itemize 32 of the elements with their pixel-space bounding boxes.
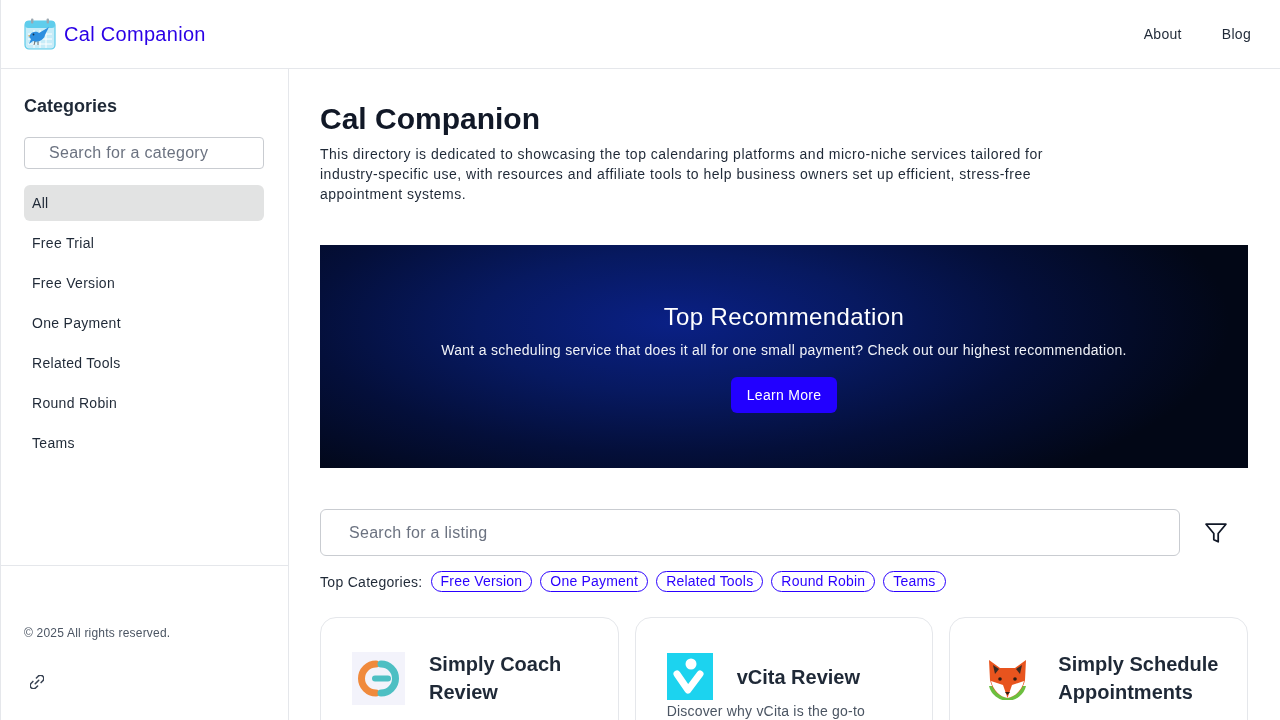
link-icon[interactable] <box>30 675 44 689</box>
page-title: Cal Companion <box>320 101 541 137</box>
banner-text: Want a scheduling service that does it all for one small payment? Check out our highest recommendation. <box>441 340 1127 360</box>
card-title: Simply Schedule Appointments <box>1058 652 1220 705</box>
filter-icon[interactable] <box>1205 522 1227 543</box>
category-item[interactable]: Teams <box>24 425 264 461</box>
listing-search-field[interactable]: Search for a listing <box>320 509 1180 556</box>
learn-more-button[interactable]: Learn More <box>730 376 838 413</box>
banner-title: Top Recommendation <box>663 301 905 332</box>
category-item[interactable]: One Payment <box>24 305 264 341</box>
nav-link[interactable]: Blog <box>1221 24 1251 44</box>
category-item[interactable]: All <box>24 185 264 221</box>
card-description: Discover why vCita is the go-to <box>666 704 867 719</box>
category-item[interactable]: Related Tools <box>24 345 264 381</box>
category-search-field[interactable]: Search for a category <box>24 137 264 169</box>
card-title: vCita Review <box>736 664 861 690</box>
category-item[interactable]: Free Trial <box>24 225 264 261</box>
nav-link[interactable]: About <box>1143 24 1182 44</box>
listing-card[interactable]: Simply Coach Review <box>320 617 619 720</box>
listing-card[interactable]: vCita Review Discover why vCita is the go-to <box>634 617 934 720</box>
page-description: This directory is dedicated to showcasing the top calendaring platforms and micro-niche services tailored for industry-specific use, with resources and affiliate tools to help business owners set up efficient, stress-free appointment systems. <box>320 145 1044 204</box>
ring-logo-icon <box>352 651 405 705</box>
card-title: Simply Coach Review <box>429 652 563 705</box>
listing-card[interactable]: Simply Schedule Appointments <box>949 617 1248 720</box>
sidebar-title: Categories <box>24 95 119 118</box>
calendar-bird-icon[interactable] <box>24 18 56 50</box>
copyright-text: © 2025 All rights reserved. <box>24 625 172 641</box>
category-item[interactable]: Free Version <box>24 265 264 301</box>
top-categories-label: Top Categories: <box>320 572 423 592</box>
category-item[interactable]: Round Robin <box>24 385 264 421</box>
v-logo-icon <box>666 653 713 700</box>
home-link[interactable]: Cal Companion <box>64 20 206 48</box>
